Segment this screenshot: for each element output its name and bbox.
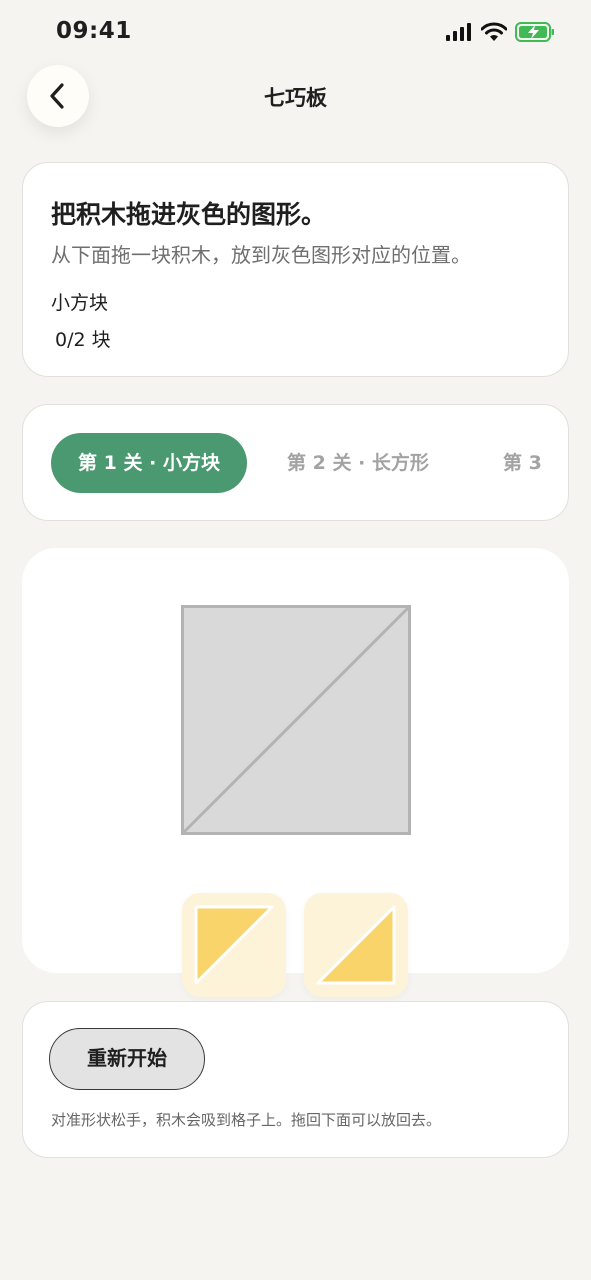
puzzle-board (22, 548, 569, 973)
progress-count: 0/2 块 (55, 329, 111, 351)
page-title: 七巧板 (264, 86, 327, 110)
status-time: 09:41 (56, 18, 132, 44)
instruction-title: 把积木拖进灰色的图形。 (51, 200, 327, 229)
instruction-subtitle: 从下面拖一块积木，放到灰色图形对应的位置。 (51, 243, 471, 267)
triangle-piece-shape (316, 905, 396, 985)
triangle-piece-shape (194, 905, 274, 985)
signal-icon (446, 23, 471, 41)
level-tab-2[interactable]: 第 2 关 · 长方形 (287, 433, 429, 493)
level-selector: 第 1 关 · 小方块 第 2 关 · 长方形 第 3 (22, 404, 569, 521)
instruction-card: 把积木拖进灰色的图形。 从下面拖一块积木，放到灰色图形对应的位置。 小方块 0/… (22, 162, 569, 377)
status-icons (445, 22, 555, 42)
puzzle-piece-triangle-top-left[interactable] (182, 893, 286, 997)
level-tab-1[interactable]: 第 1 关 · 小方块 (51, 433, 247, 493)
status-bar: 09:41 (0, 0, 591, 66)
target-shape (181, 605, 411, 835)
puzzle-piece-triangle-bottom-right[interactable] (304, 893, 408, 997)
battery-charging-icon (515, 22, 554, 42)
shape-name: 小方块 (51, 292, 109, 314)
controls-card: 重新开始 对准形状松手，积木会吸到格子上。拖回下面可以放回去。 (22, 1001, 569, 1158)
hint-text: 对准形状松手，积木会吸到格子上。拖回下面可以放回去。 (51, 1111, 442, 1129)
restart-button[interactable]: 重新开始 (49, 1028, 205, 1090)
level-tab-3[interactable]: 第 3 (503, 433, 542, 493)
wifi-icon (481, 22, 507, 41)
